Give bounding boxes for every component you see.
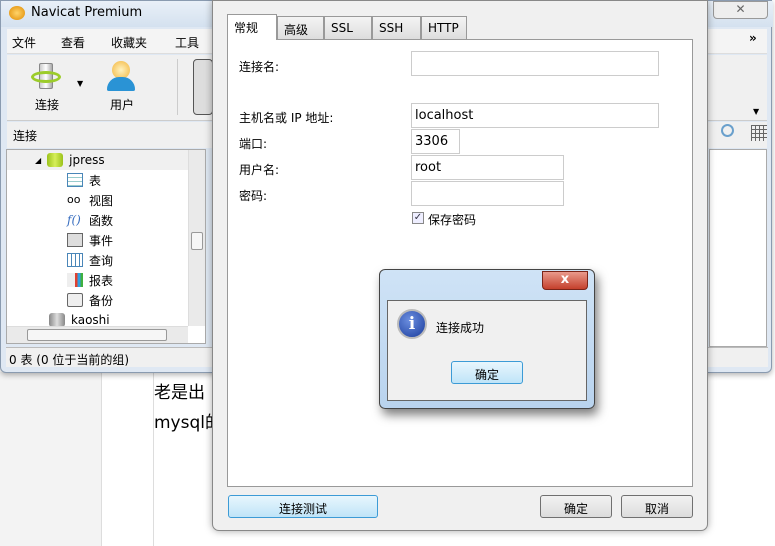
tree-label: 查询 — [89, 253, 114, 268]
ok-button[interactable]: 确定 — [540, 495, 612, 518]
message-body: i 连接成功 确定 — [387, 300, 587, 401]
database-icon — [49, 313, 65, 327]
menu-favorites[interactable]: 收藏夹 — [111, 34, 147, 51]
connection-name-label: 连接名: — [239, 60, 280, 74]
save-password-label: 保存密码 — [428, 213, 477, 227]
user-button[interactable]: 用户 — [92, 59, 152, 117]
app-title: Navicat Premium — [31, 5, 143, 20]
tab-advanced[interactable]: 高级 — [277, 16, 324, 40]
table-icon — [67, 173, 83, 187]
function-icon: f() — [67, 213, 81, 227]
close-window-button[interactable]: ✕ — [713, 1, 768, 19]
general-panel: 连接名: 主机名或 IP 地址: localhost 端口: 3306 用户名:… — [227, 39, 693, 487]
tree-label: 表 — [89, 173, 102, 188]
tree-label: 备份 — [89, 293, 114, 308]
user-body-icon — [107, 77, 135, 91]
host-label: 主机名或 IP 地址: — [239, 111, 334, 125]
connect-label: 连接 — [34, 98, 59, 112]
more-icon[interactable]: » — [749, 31, 757, 45]
scroll-thumb[interactable] — [191, 232, 203, 250]
save-password-checkbox[interactable]: ✓ — [412, 212, 424, 224]
info-icon: i — [397, 309, 427, 339]
port-input[interactable]: 3306 — [411, 129, 460, 154]
tree-item-jpress[interactable]: ◢ jpress — [7, 150, 189, 170]
menu-tools[interactable]: 工具 — [175, 34, 199, 51]
tree-item-views[interactable]: oo 视图 — [7, 190, 189, 210]
tree-item-reports[interactable]: 报表 — [7, 270, 189, 290]
tab-ssl[interactable]: SSL — [324, 16, 372, 40]
query-icon — [67, 253, 83, 267]
toolbar-separator — [177, 59, 178, 115]
message-ok-button[interactable]: 确定 — [451, 361, 523, 384]
tab-general[interactable]: 常规 — [227, 14, 277, 40]
host-input[interactable]: localhost — [411, 103, 659, 128]
tab-ssh[interactable]: SSH — [372, 16, 421, 40]
event-icon — [67, 233, 83, 247]
tree-label: jpress — [69, 153, 105, 167]
toolbar-button-partial[interactable] — [193, 59, 213, 115]
toolbar-dropdown-icon[interactable]: ▼ — [753, 107, 759, 116]
connection-dialog: 常规 高级 SSL SSH HTTP 连接名: 主机名或 IP 地址: loca… — [212, 0, 708, 531]
tree-label: 事件 — [89, 233, 114, 248]
username-input[interactable]: root — [411, 155, 564, 180]
navicat-logo-icon — [9, 6, 25, 20]
connection-tree: ◢ jpress 表 oo 视图 f() 函数 事件 查询 报表 备份 kaoshi — [6, 149, 206, 344]
horizontal-scrollbar[interactable] — [7, 326, 188, 343]
tree-label: 报表 — [89, 273, 114, 288]
tab-http[interactable]: HTTP — [421, 16, 467, 40]
menu-view[interactable]: 查看 — [61, 34, 85, 51]
tree-item-events[interactable]: 事件 — [7, 230, 189, 250]
tree-item-queries[interactable]: 查询 — [7, 250, 189, 270]
tree-label: 函数 — [89, 213, 114, 228]
connect-dropdown-icon[interactable]: ▼ — [77, 79, 83, 88]
connections-title: 连接 — [13, 129, 38, 143]
menu-file[interactable]: 文件 — [12, 34, 36, 51]
content-area — [709, 149, 767, 347]
connect-ring-icon — [31, 71, 61, 83]
connect-button[interactable]: 连接 — [17, 59, 77, 117]
backup-icon — [67, 293, 83, 307]
test-connection-button[interactable]: 连接测试 — [228, 495, 378, 518]
tree-label: 视图 — [89, 193, 114, 208]
tree-item-backups[interactable]: 备份 — [7, 290, 189, 310]
user-label: 用户 — [109, 98, 134, 112]
connection-name-input[interactable] — [411, 51, 659, 76]
password-label: 密码: — [239, 189, 268, 203]
username-label: 用户名: — [239, 163, 280, 177]
background-text: 老是出 — [154, 383, 205, 403]
close-button[interactable]: x — [542, 271, 588, 290]
vertical-scrollbar[interactable] — [188, 150, 205, 326]
tree-item-tables[interactable]: 表 — [7, 170, 189, 190]
page-left-strip — [0, 372, 102, 546]
port-label: 端口: — [239, 137, 268, 151]
report-icon — [67, 273, 83, 287]
tree-label: kaoshi — [71, 313, 110, 327]
search-icon[interactable] — [721, 124, 734, 137]
password-input[interactable] — [411, 181, 564, 206]
view-icon: oo — [67, 193, 81, 206]
cancel-button[interactable]: 取消 — [621, 495, 693, 518]
message-box: x i 连接成功 确定 — [379, 269, 595, 409]
tree-item-functions[interactable]: f() 函数 — [7, 210, 189, 230]
expand-arrow-icon[interactable]: ◢ — [35, 156, 41, 165]
message-text: 连接成功 — [436, 321, 485, 335]
database-icon — [47, 153, 64, 167]
grid-view-icon[interactable] — [751, 125, 767, 141]
scroll-thumb[interactable] — [27, 329, 167, 341]
